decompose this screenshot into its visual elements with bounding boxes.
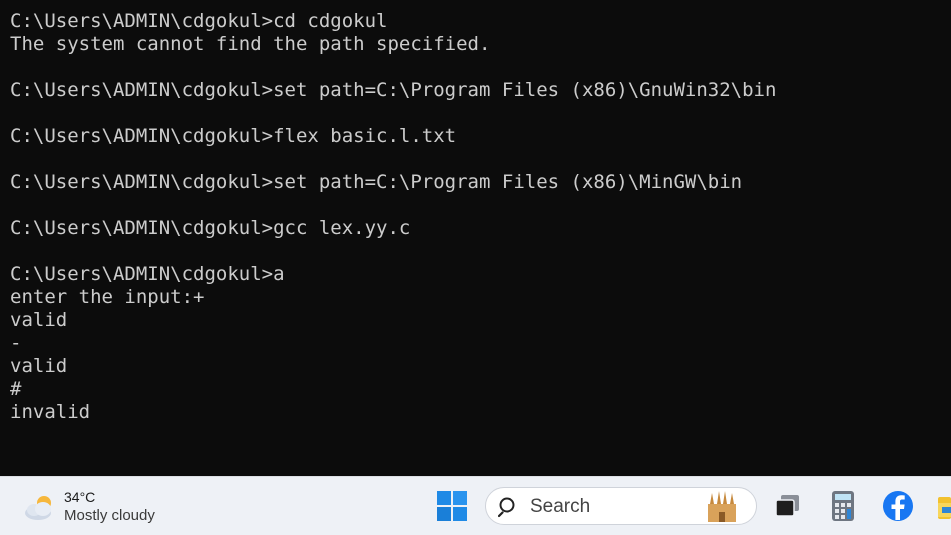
partly-cloudy-icon — [25, 496, 51, 520]
weather-temperature: 34°C — [64, 489, 96, 505]
taskbar: 34°C Mostly cloudy Search — [0, 476, 951, 535]
terminal-line: C:\Users\ADMIN\cdgokul>flex basic.l.txt — [10, 125, 457, 147]
taskbar-search[interactable]: Search — [485, 487, 757, 525]
terminal-line: enter the input:+ — [10, 286, 205, 308]
terminal-line: C:\Users\ADMIN\cdgokul>a — [10, 263, 285, 285]
search-label: Search — [530, 496, 591, 517]
file-explorer-icon[interactable] — [936, 489, 951, 523]
terminal-line: # — [10, 378, 22, 400]
terminal-line: C:\Users\ADMIN\cdgokul>set path=C:\Progr… — [10, 79, 777, 101]
terminal-line: invalid — [10, 401, 91, 423]
terminal-window[interactable]: C:\Users\ADMIN\cdgokul>cd cdgokul The sy… — [0, 0, 951, 476]
terminal-line: C:\Users\ADMIN\cdgokul>gcc lex.yy.c — [10, 217, 411, 239]
calculator-icon[interactable] — [826, 489, 860, 523]
facebook-icon[interactable] — [881, 489, 915, 523]
terminal-line: valid — [10, 309, 68, 331]
terminal-line: C:\Users\ADMIN\cdgokul>cd cdgokul — [10, 10, 388, 32]
terminal-line: valid — [10, 355, 68, 377]
terminal-line: The system cannot find the path specifie… — [10, 33, 491, 55]
terminal-line: C:\Users\ADMIN\cdgokul>set path=C:\Progr… — [10, 171, 743, 193]
weather-widget[interactable]: 34°C Mostly cloudy — [22, 485, 155, 529]
windows-start-icon[interactable] — [437, 491, 467, 521]
terminal-line: - — [10, 332, 22, 354]
task-view-icon[interactable] — [771, 489, 805, 523]
search-icon — [498, 497, 515, 518]
landmark-highlight-icon[interactable] — [702, 490, 742, 524]
weather-condition: Mostly cloudy — [64, 507, 155, 524]
